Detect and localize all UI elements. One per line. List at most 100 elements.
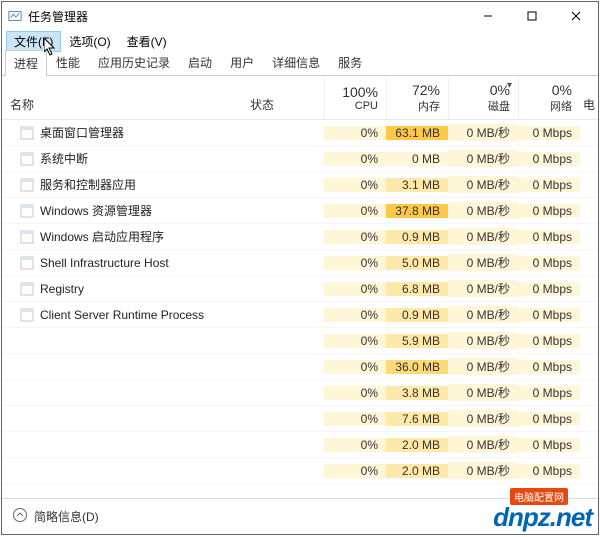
table-row[interactable]: Shell Infrastructure Host0%5.0 MB0 MB/秒0…	[2, 250, 598, 276]
menu-file[interactable]: 文件(F)	[6, 31, 61, 52]
cpu-cell: 0%	[324, 360, 386, 374]
header-extra[interactable]: 电	[580, 76, 598, 119]
header-memory[interactable]: 72% 内存	[386, 76, 448, 119]
chevron-up-icon[interactable]	[12, 507, 28, 526]
disk-cell: 0 MB/秒	[448, 306, 518, 323]
memory-cell: 5.0 MB	[386, 256, 448, 270]
disk-cell: 0 MB/秒	[448, 462, 518, 479]
cpu-cell: 0%	[324, 334, 386, 348]
cpu-label: CPU	[325, 100, 378, 112]
memory-cell: 6.8 MB	[386, 282, 448, 296]
table-row[interactable]: 0%7.6 MB0 MB/秒0 Mbps	[2, 406, 598, 432]
table-row[interactable]: 0%2.0 MB0 MB/秒0 Mbps	[2, 458, 598, 484]
network-cell: 0 Mbps	[518, 282, 580, 296]
disk-cell: 0 MB/秒	[448, 358, 518, 375]
cpu-cell: 0%	[324, 412, 386, 426]
network-cell: 0 Mbps	[518, 438, 580, 452]
watermark-tld: .net	[550, 502, 592, 532]
header-status[interactable]: 状态	[246, 76, 324, 119]
maximize-button[interactable]	[510, 2, 554, 30]
disk-cell: 0 MB/秒	[448, 150, 518, 167]
network-percent: 0%	[519, 82, 572, 98]
cpu-cell: 0%	[324, 464, 386, 478]
disk-cell: 0 MB/秒	[448, 280, 518, 297]
tab-startup[interactable]: 启动	[179, 49, 221, 75]
menu-options[interactable]: 选项(O)	[61, 31, 118, 52]
cpu-cell: 0%	[324, 282, 386, 296]
menubar: 文件(F) 选项(O) 查看(V)	[2, 30, 598, 52]
header-network[interactable]: 0% 网络	[518, 76, 580, 119]
process-icon	[20, 308, 34, 322]
network-cell: 0 Mbps	[518, 204, 580, 218]
fewer-details-link[interactable]: 简略信息(D)	[34, 508, 99, 525]
table-row[interactable]: Registry 0%6.8 MB0 MB/秒0 Mbps	[2, 276, 598, 302]
disk-cell: 0 MB/秒	[448, 176, 518, 193]
network-cell: 0 Mbps	[518, 386, 580, 400]
table-row[interactable]: Client Server Runtime Process0%0.9 MB0 M…	[2, 302, 598, 328]
window-title: 任务管理器	[28, 8, 466, 25]
tabs: 进程 性能 应用历史记录 启动 用户 详细信息 服务	[2, 52, 598, 76]
table-row[interactable]: 0%36.0 MB0 MB/秒0 Mbps	[2, 354, 598, 380]
process-name: 系统中断	[2, 150, 246, 167]
watermark-logo: dnpz.net	[493, 502, 592, 533]
disk-cell: 0 MB/秒	[448, 124, 518, 141]
watermark-brand: dnpz	[493, 502, 550, 532]
tab-details[interactable]: 详细信息	[263, 49, 329, 75]
menu-view[interactable]: 查看(V)	[119, 31, 175, 52]
network-cell: 0 Mbps	[518, 308, 580, 322]
task-manager-window: 任务管理器 文件(F) 选项(O) 查看(V) 进程 性能 应用历史记录 启动 …	[1, 1, 599, 535]
network-cell: 0 Mbps	[518, 178, 580, 192]
network-cell: 0 Mbps	[518, 126, 580, 140]
header-cpu[interactable]: 100% CPU	[324, 76, 386, 119]
memory-cell: 0.9 MB	[386, 230, 448, 244]
tab-users[interactable]: 用户	[221, 49, 263, 75]
cpu-cell: 0%	[324, 438, 386, 452]
cpu-cell: 0%	[324, 308, 386, 322]
table-row[interactable]: 桌面窗口管理器 0%63.1 MB0 MB/秒0 Mbps	[2, 120, 598, 146]
disk-cell: 0 MB/秒	[448, 410, 518, 427]
network-cell: 0 Mbps	[518, 464, 580, 478]
process-name: Registry	[2, 282, 246, 296]
app-icon	[8, 9, 22, 23]
table-row[interactable]: 0%5.9 MB0 MB/秒0 Mbps	[2, 328, 598, 354]
minimize-button[interactable]	[466, 2, 510, 30]
network-cell: 0 Mbps	[518, 152, 580, 166]
memory-cell: 63.1 MB	[386, 126, 448, 140]
table-row[interactable]: Windows 启动应用程序0%0.9 MB0 MB/秒0 Mbps	[2, 224, 598, 250]
tab-performance[interactable]: 性能	[47, 49, 89, 75]
table-row[interactable]: 0%2.0 MB0 MB/秒0 Mbps	[2, 432, 598, 458]
cpu-cell: 0%	[324, 126, 386, 140]
memory-cell: 0 MB	[386, 152, 448, 166]
disk-label: 磁盘	[449, 98, 510, 114]
disk-percent: 0%	[449, 82, 510, 98]
table-row[interactable]: 系统中断 0%0 MB0 MB/秒0 Mbps	[2, 146, 598, 172]
table-row[interactable]: 0%3.8 MB0 MB/秒0 Mbps	[2, 380, 598, 406]
table-row[interactable]: 服务和控制器应用0%3.1 MB0 MB/秒0 Mbps	[2, 172, 598, 198]
tab-services[interactable]: 服务	[329, 49, 371, 75]
process-name: 桌面窗口管理器	[2, 124, 246, 141]
process-icon	[20, 178, 34, 192]
process-icon	[20, 126, 34, 140]
titlebar[interactable]: 任务管理器	[2, 2, 598, 30]
table-row[interactable]: Windows 资源管理器0%37.8 MB0 MB/秒0 Mbps	[2, 198, 598, 224]
network-label: 网络	[519, 98, 572, 114]
header-name[interactable]: 名称	[2, 76, 246, 119]
cpu-cell: 0%	[324, 178, 386, 192]
memory-cell: 36.0 MB	[386, 360, 448, 374]
process-name: Windows 资源管理器	[2, 202, 246, 219]
process-list[interactable]: 桌面窗口管理器0%63.1 MB0 MB/秒0 Mbps系统中断0%0 MB0 …	[2, 120, 598, 498]
tab-history[interactable]: 应用历史记录	[89, 49, 179, 75]
process-name: Shell Infrastructure Host	[2, 256, 246, 270]
cpu-cell: 0%	[324, 256, 386, 270]
disk-cell: 0 MB/秒	[448, 228, 518, 245]
memory-cell: 37.8 MB	[386, 204, 448, 218]
sort-arrow-icon: ▾	[507, 80, 512, 91]
network-cell: 0 Mbps	[518, 230, 580, 244]
tab-processes[interactable]: 进程	[5, 50, 47, 76]
process-name: Client Server Runtime Process	[2, 308, 246, 322]
process-icon	[20, 282, 34, 296]
close-button[interactable]	[554, 2, 598, 30]
window-controls	[466, 2, 598, 30]
process-icon	[20, 256, 34, 270]
cpu-cell: 0%	[324, 152, 386, 166]
